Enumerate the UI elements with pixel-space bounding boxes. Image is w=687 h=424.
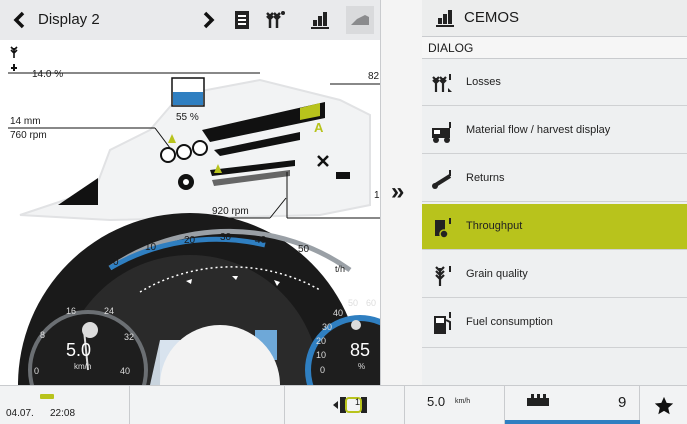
menu-item-returns[interactable]: Returns — [422, 156, 687, 202]
document-icon[interactable] — [228, 6, 256, 34]
speed-tick-8: 8 — [40, 330, 46, 340]
empty-cell — [130, 386, 285, 424]
gear-value: 1 — [355, 397, 361, 407]
datetime-cell: 04.07. 22:08 — [0, 386, 130, 424]
header-icon — [527, 394, 549, 406]
grain-icon[interactable] — [262, 6, 290, 34]
cemos-icon[interactable] — [306, 6, 334, 34]
expand-icon[interactable]: » — [391, 178, 404, 206]
speed-tick-32: 32 — [124, 332, 135, 342]
speed-unit: km/h — [74, 362, 92, 371]
speed-value: 5.0 — [66, 340, 92, 360]
header-progress — [505, 420, 640, 424]
gear-cell[interactable]: 1 — [285, 386, 405, 424]
menu-item-losses[interactable]: Losses — [422, 60, 687, 106]
gear-steering-icon — [333, 397, 367, 413]
gauge-tick-40: 40 — [255, 235, 267, 246]
fuel-icon — [434, 312, 451, 334]
fuel-tick-10: 10 — [316, 350, 327, 360]
gauge-tick-30: 30 — [220, 232, 232, 243]
chevron-right-icon[interactable] — [194, 6, 222, 34]
fuel-tick-50: 50 — [348, 298, 359, 308]
header-cell[interactable]: 9 — [505, 386, 640, 424]
bottom-speed-unit: km/h — [455, 398, 471, 405]
status-bar: 04.07. 22:08 1 5.0 km/h 9 — [0, 385, 687, 424]
top-toolbar: Display 2 — [0, 0, 380, 41]
gauge-tick-50: 50 — [298, 244, 310, 255]
speed-tick-0: 0 — [34, 366, 40, 376]
panel-header: CEMOS — [422, 0, 687, 37]
header-count: 9 — [618, 394, 627, 411]
material-flow-icon — [432, 122, 451, 143]
menu-item-material-flow[interactable]: Material flow / harvest display — [422, 108, 687, 154]
fuel-tick-30: 30 — [322, 322, 333, 332]
cemos-icon — [436, 10, 454, 27]
menu-item-grain-quality[interactable]: Grain quality — [422, 252, 687, 298]
fuel-tick-20: 20 — [316, 336, 327, 346]
panel-toggle-strip: » — [380, 0, 424, 385]
gauge-tick-0: 0 — [113, 257, 119, 268]
returns-icon — [432, 170, 452, 189]
star-icon — [654, 396, 674, 415]
chevron-left-icon[interactable] — [6, 6, 34, 34]
dialog-label: DIALOG — [422, 37, 687, 59]
bottom-speed-value: 5.0 — [427, 394, 446, 409]
panel-title: CEMOS — [464, 9, 520, 26]
losses-icon — [432, 74, 452, 92]
menu-item-label: Losses — [466, 76, 501, 88]
gauge-unit: t/h — [335, 264, 346, 274]
menu-item-label: Material flow / harvest display — [466, 124, 611, 136]
date-text: 04.07. — [6, 408, 34, 419]
fuel-tick-40: 40 — [333, 308, 344, 318]
menu-item-label: Returns — [466, 172, 505, 184]
combine-icon[interactable] — [346, 6, 374, 34]
favorite-cell[interactable] — [640, 386, 687, 424]
speed-cell: 5.0 km/h — [405, 386, 505, 424]
speed-tick-16: 16 — [66, 306, 77, 316]
fuel-tick-60: 60 — [366, 298, 377, 308]
speed-tick-40: 40 — [120, 366, 131, 376]
fuel-tick-0: 0 — [320, 365, 326, 375]
menu-item-label: Throughput — [466, 220, 523, 232]
battery-icon — [40, 394, 54, 399]
menu-item-throughput[interactable]: Throughput — [422, 204, 687, 250]
grain-quality-icon — [435, 266, 451, 286]
menu-item-label: Grain quality — [466, 268, 528, 280]
time-text: 22:08 — [50, 408, 76, 419]
cemos-panel: CEMOS DIALOG Losses Material flow / harv… — [422, 0, 687, 385]
speed-tick-24: 24 — [104, 306, 115, 316]
machine-view: 14.0 % 82 55 % 14 mm 760 rpm 920 rpm 1 A… — [0, 40, 380, 385]
gauge-tick-10: 10 — [145, 242, 157, 253]
menu-item-fuel-consumption[interactable]: Fuel consumption — [422, 300, 687, 348]
throughput-icon — [435, 218, 451, 239]
throughput-gauge — [18, 213, 380, 385]
gauge-tick-20: 20 — [184, 235, 196, 246]
fuel-unit: % — [358, 362, 366, 371]
fuel-value: 85 — [350, 340, 371, 360]
menu-item-label: Fuel consumption — [466, 316, 553, 328]
display-title: Display 2 — [38, 11, 100, 28]
